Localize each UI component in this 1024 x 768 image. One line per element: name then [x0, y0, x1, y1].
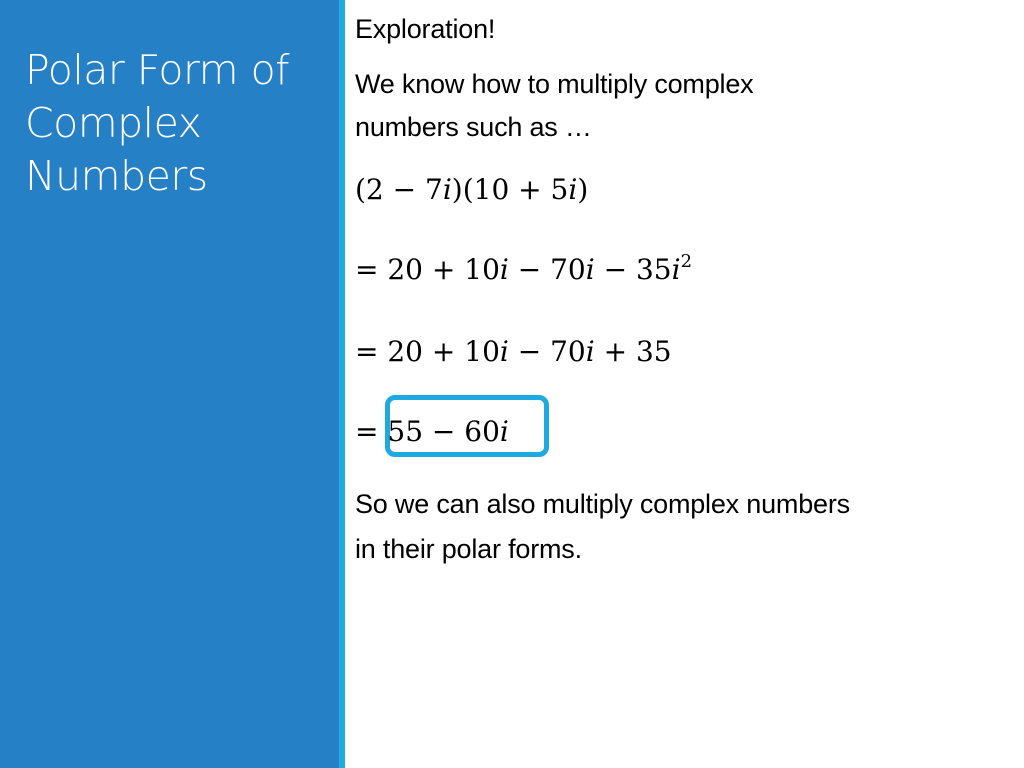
intro-line-2: numbers such as … [355, 112, 592, 142]
expansion-step-2: = 20 + 10i − 70i + 35 [355, 335, 672, 368]
expression-product: (2 − 7i)(10 + 5i) [355, 173, 589, 206]
intro-line-1: We know how to multiply complex [355, 69, 754, 99]
accent-stripe [339, 0, 345, 768]
heading-exploration: Exploration! [355, 14, 496, 44]
slide-title: Polar Form of Complex Numbers [25, 44, 325, 203]
conclusion-line-2: in their polar forms. [355, 534, 582, 564]
expansion-step-1: = 20 + 10i − 70i − 35i2 [355, 251, 693, 287]
expansion-step-3: = 55 − 60i [355, 415, 509, 448]
title-line-3: Numbers [25, 152, 208, 200]
title-line-1: Polar Form of [25, 46, 290, 94]
title-line-2: Complex [25, 99, 202, 147]
final-answer: 55 − 60i [387, 415, 509, 448]
conclusion-line-1: So we can also multiply complex numbers [355, 489, 850, 519]
title-panel: Polar Form of Complex Numbers [0, 0, 339, 768]
